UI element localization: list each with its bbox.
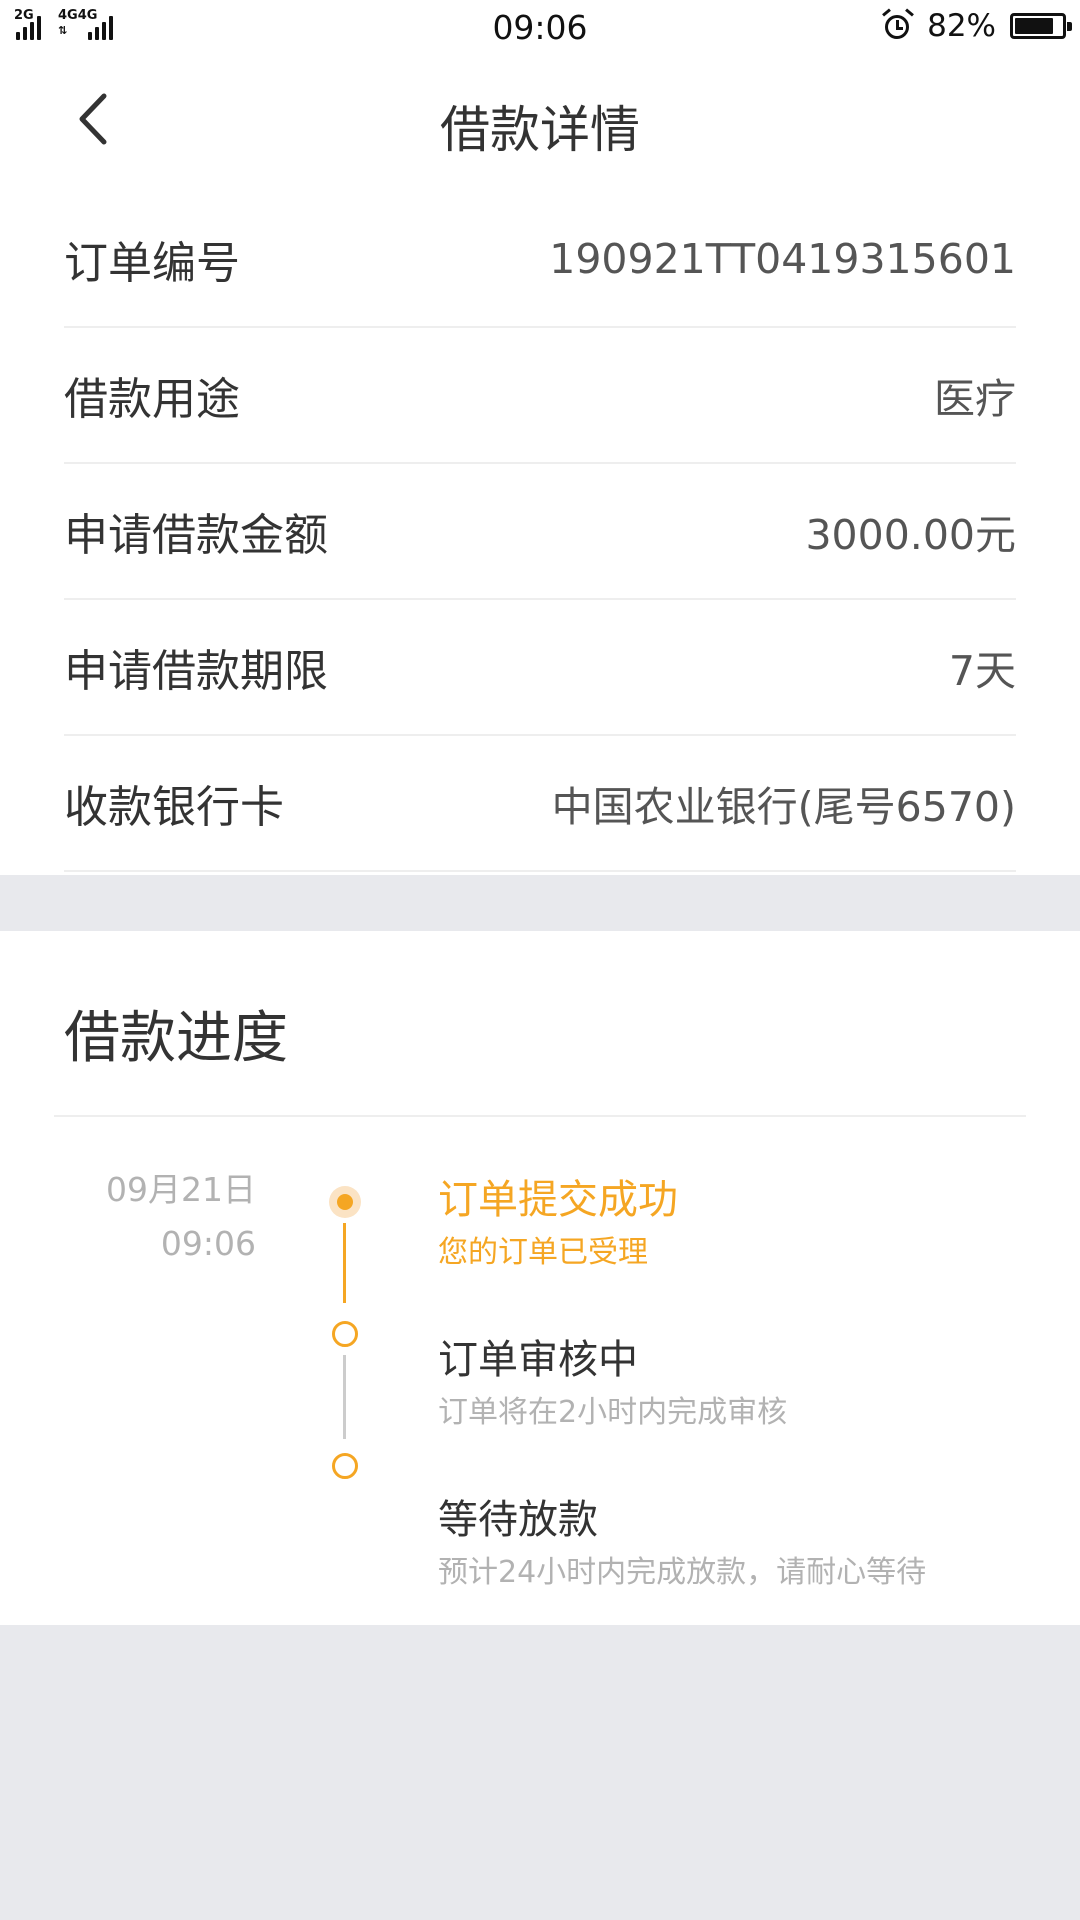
battery-fill — [1015, 18, 1053, 34]
status-right: 82% — [882, 8, 1072, 44]
divider — [54, 1115, 1026, 1117]
step-subtitle: 预计24小时内完成放款，请耐心等待 — [438, 1555, 927, 1590]
info-label: 申请借款期限 — [64, 646, 328, 697]
nav-header: 借款详情 — [0, 58, 1080, 188]
status-bar: 2G 4G4G ⇅ 09:06 82% — [0, 0, 1080, 58]
info-label: 申请借款金额 — [64, 510, 328, 561]
info-label: 借款用途 — [64, 374, 240, 425]
step-title: 订单审核中 — [438, 1337, 638, 1383]
step-title: 等待放款 — [438, 1497, 598, 1543]
empty-background — [0, 1625, 1080, 1920]
battery-percent: 82% — [927, 8, 996, 44]
info-value: 190921TT0419315601 — [549, 235, 1016, 283]
info-label: 收款银行卡 — [64, 782, 284, 833]
info-label: 订单编号 — [64, 238, 240, 289]
timeline-line — [343, 1223, 346, 1303]
loan-info-list: 订单编号 190921TT0419315601 借款用途 医疗 申请借款金额 3… — [64, 192, 1016, 872]
info-row-bank-card: 收款银行卡 中国农业银行(尾号6570) — [64, 736, 1016, 872]
info-value: 3000.00元 — [805, 511, 1016, 559]
info-value: 7天 — [948, 647, 1016, 695]
page-title: 借款详情 — [440, 101, 640, 159]
loan-progress-card: 借款进度 09月21日 09:06 订单提交成功 您的订单已受理 订单审核中 订… — [0, 931, 1080, 1625]
info-row-purpose: 借款用途 医疗 — [64, 328, 1016, 464]
info-row-amount: 申请借款金额 3000.00元 — [64, 464, 1016, 600]
alarm-clock-icon — [882, 8, 915, 41]
step-subtitle: 您的订单已受理 — [438, 1235, 648, 1270]
step-dot-done — [329, 1186, 361, 1218]
progress-title: 借款进度 — [64, 1006, 288, 1071]
timeline-line — [343, 1355, 346, 1439]
step-title: 订单提交成功 — [438, 1177, 678, 1223]
info-row-term: 申请借款期限 7天 — [64, 600, 1016, 736]
step-date: 09月21日 — [106, 1170, 256, 1209]
info-value: 医疗 — [934, 375, 1016, 423]
battery-icon — [1010, 13, 1072, 39]
info-value: 中国农业银行(尾号6570) — [551, 783, 1016, 831]
section-divider — [0, 875, 1080, 931]
info-row-order-no: 订单编号 190921TT0419315601 — [64, 192, 1016, 328]
step-time: 09:06 — [160, 1224, 256, 1263]
step-dot-pending — [332, 1321, 358, 1347]
loan-detail-page: 2G 4G4G ⇅ 09:06 82% 借款详情 订单编号 190921TT04… — [0, 0, 1080, 1920]
step-dot-pending — [332, 1453, 358, 1479]
step-subtitle: 订单将在2小时内完成审核 — [438, 1395, 788, 1430]
